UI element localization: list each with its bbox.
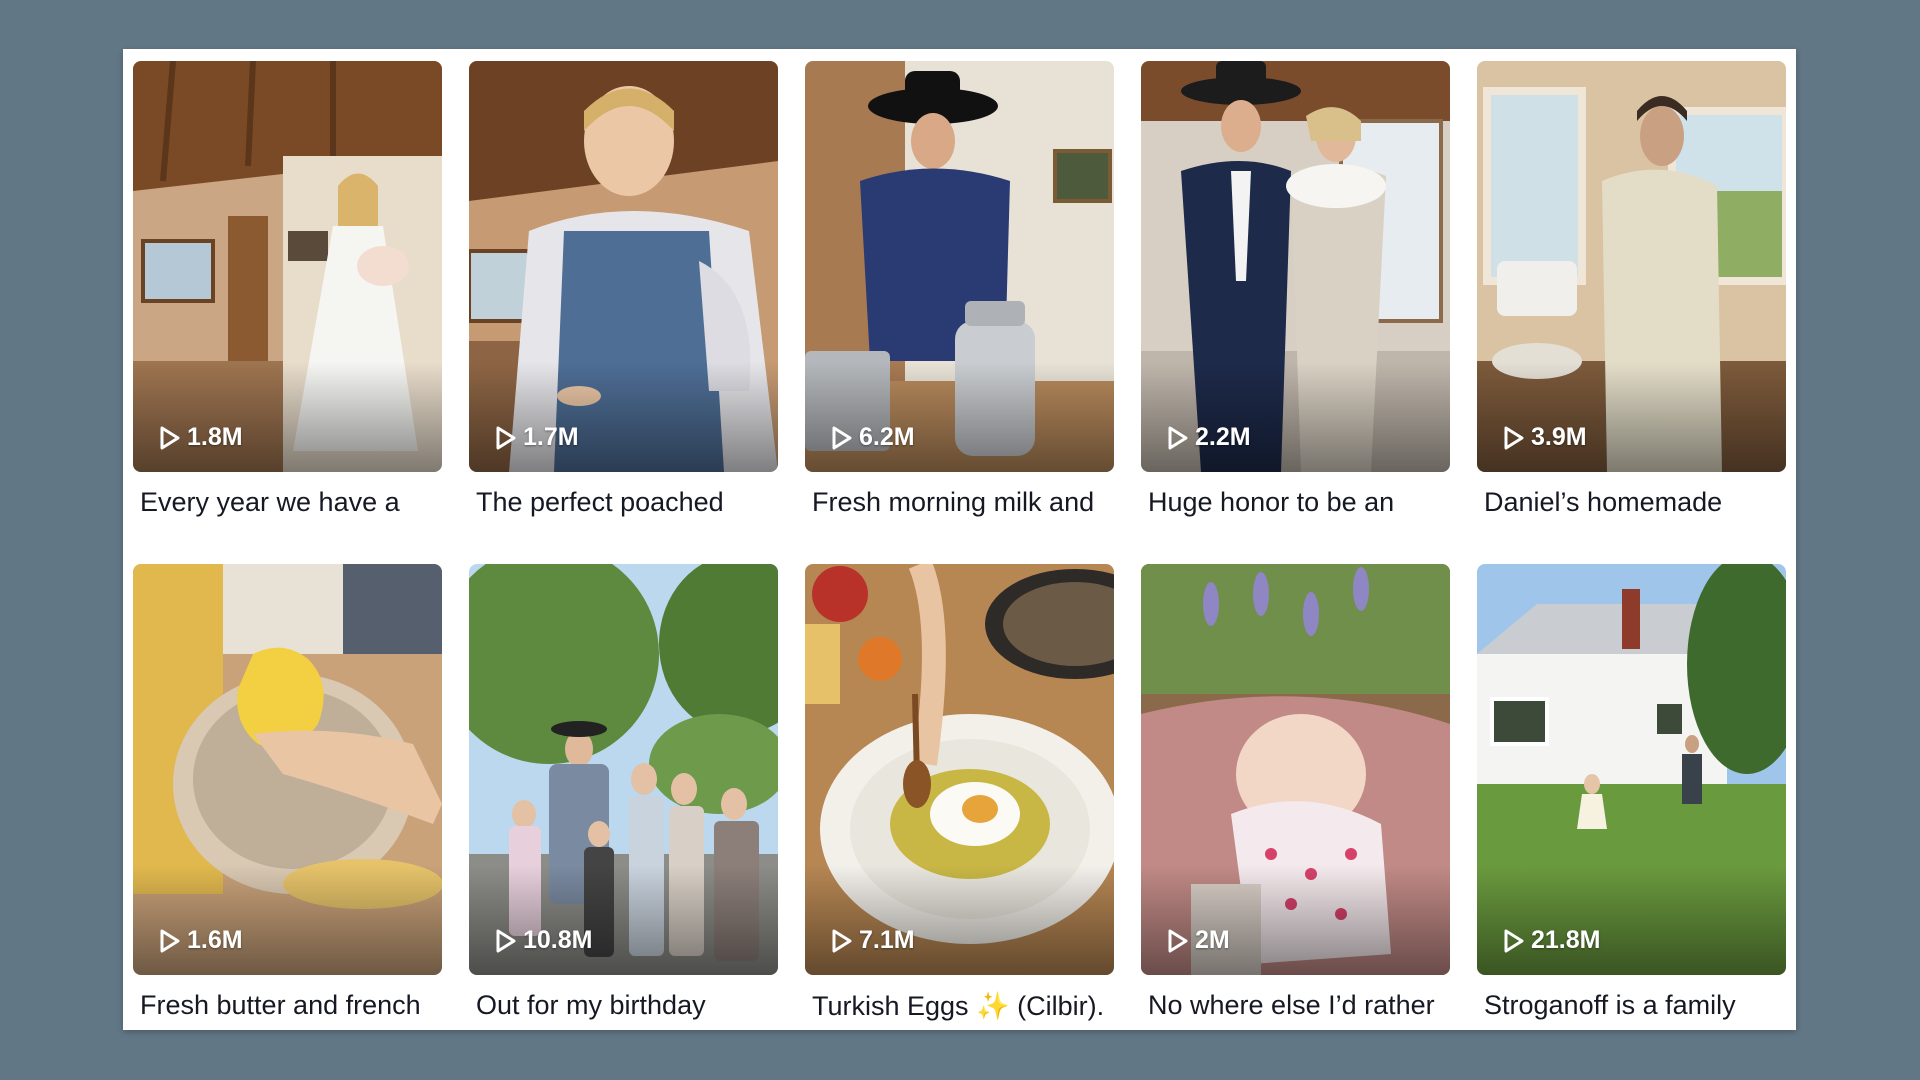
thumbnail-gradient bbox=[133, 362, 442, 472]
video-caption[interactable]: No where else I’d rather bbox=[1148, 990, 1448, 1021]
view-count-label: 21.8M bbox=[1531, 926, 1601, 954]
video-grid-panel: 1.8M Every year we have a 1.7M The perfe… bbox=[123, 49, 1796, 1030]
view-count-label: 6.2M bbox=[859, 423, 915, 451]
video-card[interactable]: 1.6M Fresh butter and french bbox=[133, 564, 442, 1067]
video-thumbnail[interactable]: 1.8M bbox=[133, 61, 442, 472]
video-card[interactable]: 21.8M Stroganoff is a family bbox=[1477, 564, 1786, 1067]
video-card[interactable]: 10.8M Out for my birthday bbox=[469, 564, 778, 1067]
video-thumbnail[interactable]: 3.9M bbox=[1477, 61, 1786, 472]
video-card[interactable]: 6.2M Fresh morning milk and bbox=[805, 61, 1114, 564]
video-card[interactable]: 7.1M Turkish Eggs ✨ (Cilbir). bbox=[805, 564, 1114, 1067]
video-card[interactable]: 3.9M Daniel’s homemade bbox=[1477, 61, 1786, 564]
play-icon bbox=[832, 929, 852, 952]
play-icon bbox=[1168, 426, 1188, 449]
thumbnail-gradient bbox=[1477, 865, 1786, 975]
video-caption[interactable]: Turkish Eggs ✨ (Cilbir). bbox=[812, 990, 1112, 1022]
video-caption[interactable]: The perfect poached bbox=[476, 487, 776, 518]
view-count: 1.6M bbox=[159, 926, 243, 955]
video-caption[interactable]: Out for my birthday bbox=[476, 990, 776, 1021]
video-caption[interactable]: Every year we have a bbox=[140, 487, 440, 518]
thumbnail-gradient bbox=[133, 865, 442, 975]
view-count-label: 7.1M bbox=[859, 926, 915, 954]
play-icon bbox=[160, 426, 180, 449]
video-grid: 1.8M Every year we have a 1.7M The perfe… bbox=[133, 61, 1786, 1067]
view-count: 2M bbox=[1167, 926, 1230, 955]
video-caption[interactable]: Fresh morning milk and bbox=[812, 487, 1112, 518]
view-count-label: 2M bbox=[1195, 926, 1230, 954]
play-icon bbox=[160, 929, 180, 952]
view-count-label: 1.6M bbox=[187, 926, 243, 954]
play-icon bbox=[1504, 929, 1524, 952]
view-count: 21.8M bbox=[1503, 926, 1600, 955]
video-thumbnail[interactable]: 2M bbox=[1141, 564, 1450, 975]
thumbnail-gradient bbox=[805, 865, 1114, 975]
play-icon bbox=[496, 929, 516, 952]
view-count-label: 3.9M bbox=[1531, 423, 1587, 451]
video-card[interactable]: 2.2M Huge honor to be an bbox=[1141, 61, 1450, 564]
thumbnail-gradient bbox=[1141, 362, 1450, 472]
video-card[interactable]: 1.8M Every year we have a bbox=[133, 61, 442, 564]
play-icon bbox=[496, 426, 516, 449]
thumbnail-gradient bbox=[469, 865, 778, 975]
video-thumbnail[interactable]: 6.2M bbox=[805, 61, 1114, 472]
view-count: 3.9M bbox=[1503, 423, 1587, 452]
video-caption[interactable]: Daniel’s homemade bbox=[1484, 487, 1784, 518]
view-count: 1.7M bbox=[495, 423, 579, 452]
video-card[interactable]: 1.7M The perfect poached bbox=[469, 61, 778, 564]
video-thumbnail[interactable]: 21.8M bbox=[1477, 564, 1786, 975]
view-count: 2.2M bbox=[1167, 423, 1251, 452]
thumbnail-gradient bbox=[805, 362, 1114, 472]
video-caption[interactable]: Huge honor to be an bbox=[1148, 487, 1448, 518]
view-count: 6.2M bbox=[831, 423, 915, 452]
video-caption[interactable]: Fresh butter and french bbox=[140, 990, 440, 1021]
play-icon bbox=[832, 426, 852, 449]
view-count-label: 10.8M bbox=[523, 926, 593, 954]
video-thumbnail[interactable]: 1.6M bbox=[133, 564, 442, 975]
play-icon bbox=[1504, 426, 1524, 449]
view-count: 10.8M bbox=[495, 926, 592, 955]
video-thumbnail[interactable]: 7.1M bbox=[805, 564, 1114, 975]
thumbnail-gradient bbox=[469, 362, 778, 472]
video-thumbnail[interactable]: 1.7M bbox=[469, 61, 778, 472]
video-thumbnail[interactable]: 10.8M bbox=[469, 564, 778, 975]
view-count-label: 1.8M bbox=[187, 423, 243, 451]
video-card[interactable]: 2M No where else I’d rather bbox=[1141, 564, 1450, 1067]
view-count-label: 1.7M bbox=[523, 423, 579, 451]
view-count-label: 2.2M bbox=[1195, 423, 1251, 451]
thumbnail-gradient bbox=[1141, 865, 1450, 975]
view-count: 7.1M bbox=[831, 926, 915, 955]
view-count: 1.8M bbox=[159, 423, 243, 452]
video-thumbnail[interactable]: 2.2M bbox=[1141, 61, 1450, 472]
video-caption[interactable]: Stroganoff is a family bbox=[1484, 990, 1784, 1021]
thumbnail-gradient bbox=[1477, 362, 1786, 472]
play-icon bbox=[1168, 929, 1188, 952]
